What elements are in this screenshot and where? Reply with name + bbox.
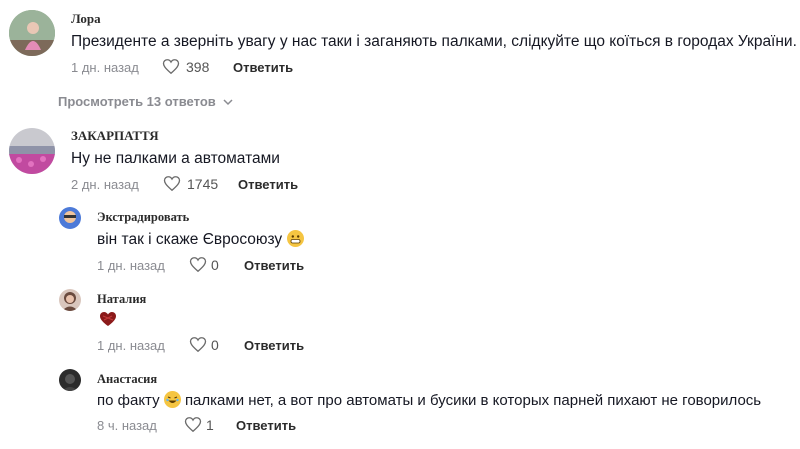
comment-text: по факту палками нет, а вот про автоматы… <box>97 391 761 409</box>
comment-text-start: по факту <box>97 392 160 409</box>
comment-author[interactable]: Анастасия <box>97 372 157 387</box>
heart-icon[interactable] <box>184 416 202 433</box>
comment-text-end: палками нет, а вот про автоматы и бусики… <box>184 392 762 409</box>
comment-time: 8 ч. назад <box>97 418 157 433</box>
reply-button[interactable]: Ответить <box>236 418 296 433</box>
like-count: 1 <box>206 417 214 433</box>
reply-anastasiia: Анастасия по факту палками нет, а вот пр… <box>0 0 800 449</box>
avatar[interactable] <box>59 369 81 391</box>
laughing-emoji-icon <box>163 391 181 408</box>
